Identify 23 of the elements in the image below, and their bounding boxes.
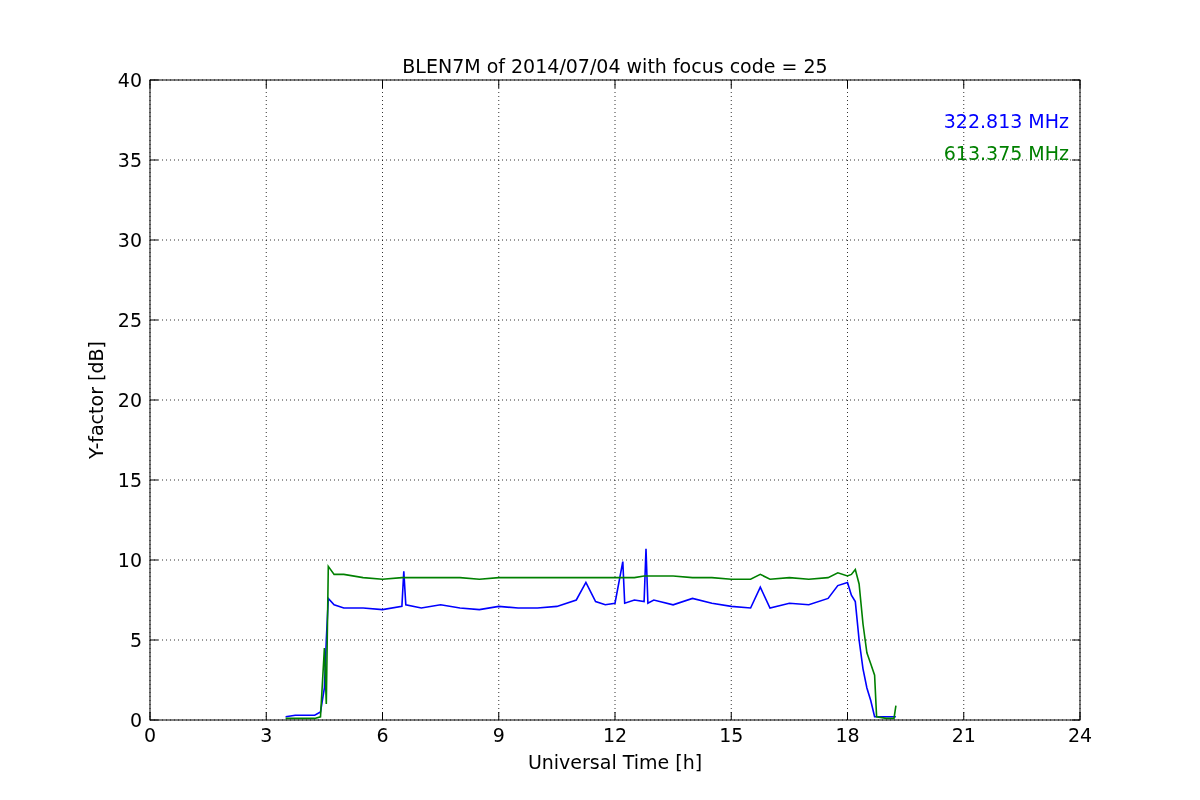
- tick-label: 5: [129, 629, 142, 651]
- x-axis-label: Universal Time [h]: [527, 751, 703, 773]
- legend-label: 322.813 MHz: [943, 110, 1069, 132]
- tick-label: 20: [117, 389, 142, 411]
- tick-label: 9: [492, 724, 505, 746]
- tick-label: 40: [117, 69, 142, 91]
- tick-label: 0: [129, 709, 142, 731]
- tick-label: 3: [260, 724, 273, 746]
- tick-label: 35: [117, 149, 142, 171]
- chart-title: BLEN7M of 2014/07/04 with focus code = 25: [402, 55, 828, 77]
- legend-label: 613.375 MHz: [943, 142, 1069, 164]
- tick-label: 15: [117, 469, 142, 491]
- tick-label: 21: [951, 724, 976, 746]
- tick-label: 12: [602, 724, 628, 746]
- tick-label: 25: [117, 309, 142, 331]
- tick-label: 24: [1067, 724, 1093, 746]
- tick-label: 15: [719, 724, 744, 746]
- tick-label: 10: [117, 549, 142, 571]
- tick-label: 0: [143, 724, 157, 746]
- tick-label: 18: [835, 724, 860, 746]
- y-axis-label: Y-factor [dB]: [85, 341, 107, 459]
- tick-label: 6: [376, 724, 389, 746]
- tick-label: 30: [117, 229, 142, 251]
